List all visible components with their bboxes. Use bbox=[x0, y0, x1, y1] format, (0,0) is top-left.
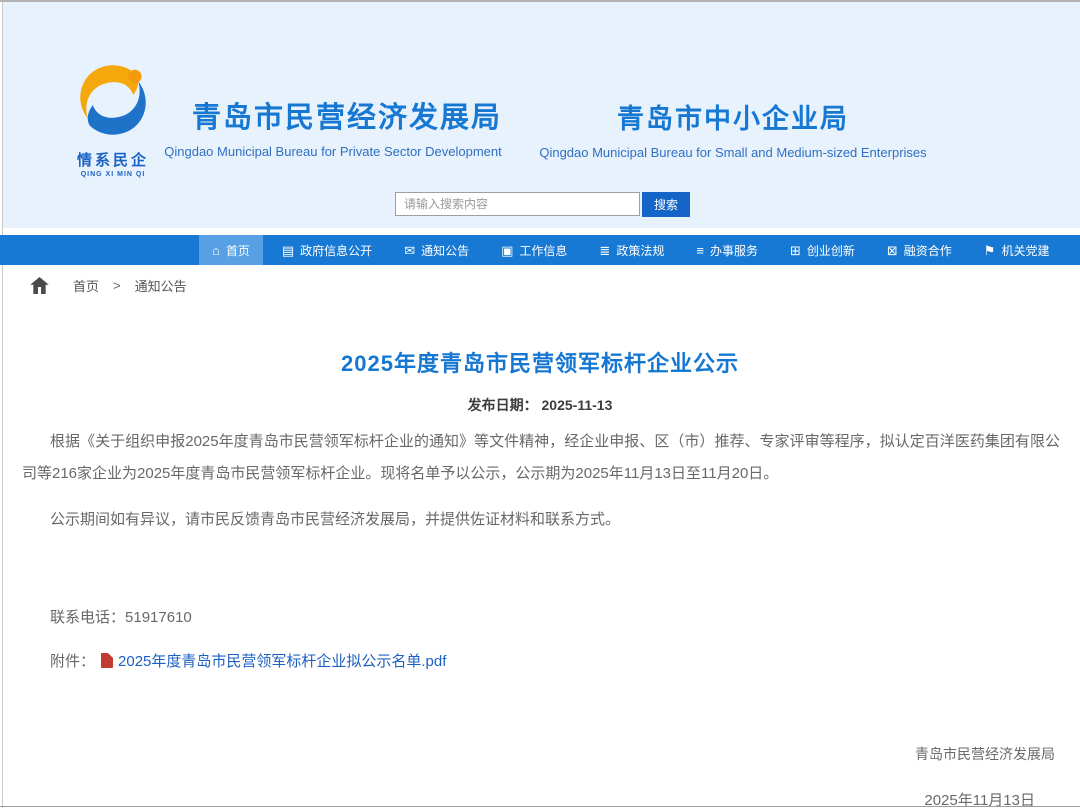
breadcrumb-home-link[interactable]: 首页 bbox=[73, 276, 99, 295]
page: 情系民企 QING XI MIN QI 青岛市民营经济发展局 Qingdao M… bbox=[0, 0, 1080, 811]
nav-item-party-building[interactable]: ⚑ 机关党建 bbox=[971, 235, 1063, 265]
nav-item-services[interactable]: ≡ 办事服务 bbox=[683, 235, 771, 265]
site-logo: 情系民企 QING XI MIN QI bbox=[53, 58, 173, 178]
nav-item-work-info[interactable]: ▣ 工作信息 bbox=[488, 235, 580, 265]
nav-item-innovation[interactable]: ⊞ 创业创新 bbox=[777, 235, 868, 265]
attachment-label: 附件： bbox=[50, 650, 95, 671]
monitor-icon: ▣ bbox=[501, 244, 513, 257]
contact-line: 联系电话：51917610 bbox=[50, 606, 192, 627]
frame-bottom-line bbox=[0, 806, 1080, 807]
nav-label: 创业创新 bbox=[807, 242, 855, 259]
publish-date-value: 2025-11-13 bbox=[542, 397, 613, 413]
attachment-line: 附件： 2025年度青岛市民营领军标杆企业拟公示名单.pdf bbox=[50, 650, 446, 671]
nav-item-notices[interactable]: ✉ 通知公告 bbox=[391, 235, 482, 265]
breadcrumb: 首页 > 通知公告 bbox=[30, 276, 187, 295]
site-header: 情系民企 QING XI MIN QI 青岛市民营经济发展局 Qingdao M… bbox=[3, 2, 1080, 228]
logo-text-en: QING XI MIN QI bbox=[53, 171, 173, 178]
notice-bubble-icon: ✉ bbox=[404, 244, 415, 257]
search-button[interactable]: 搜索 bbox=[642, 192, 690, 217]
nav-item-home[interactable]: ⌂ 首页 bbox=[199, 235, 263, 265]
breadcrumb-current: 通知公告 bbox=[135, 276, 187, 295]
breadcrumb-home-icon[interactable] bbox=[30, 277, 49, 294]
nav-label: 通知公告 bbox=[421, 242, 469, 259]
bureau1-title-en: Qingdao Municipal Bureau for Private Sec… bbox=[143, 144, 523, 159]
nav-label: 办事服务 bbox=[710, 242, 758, 259]
nav-label: 融资合作 bbox=[904, 242, 952, 259]
document-icon: ▤ bbox=[282, 244, 294, 257]
bureau1-title: 青岛市民营经济发展局 bbox=[171, 94, 523, 136]
article-paragraph-1: 根据《关于组织申报2025年度青岛市民营领军标杆企业的通知》等文件精神，经企业申… bbox=[22, 426, 1060, 490]
bureau2-title: 青岛市中小企业局 bbox=[523, 97, 943, 136]
breadcrumb-separator: > bbox=[113, 278, 121, 293]
logo-swirl-icon bbox=[71, 58, 155, 142]
nav-label: 机关党建 bbox=[1001, 242, 1049, 259]
bureau2-title-en: Qingdao Municipal Bureau for Small and M… bbox=[518, 145, 948, 160]
nav-label: 政府信息公开 bbox=[300, 242, 372, 259]
nav-label: 首页 bbox=[226, 242, 250, 259]
party-flag-icon: ⚑ bbox=[984, 244, 996, 257]
publish-date-label: 发布日期： bbox=[468, 397, 538, 413]
innovation-squares-icon: ⊞ bbox=[790, 244, 801, 257]
service-layers-icon: ≡ bbox=[696, 244, 704, 257]
main-nav: ⌂ 首页 ▤ 政府信息公开 ✉ 通知公告 ▣ 工作信息 ≣ 政策法规 ≡ 办事服… bbox=[0, 235, 1080, 265]
article-signature: 青岛市民营经济发展局 bbox=[915, 744, 1055, 764]
search-input[interactable] bbox=[395, 192, 640, 216]
article-title: 2025年度青岛市民营领军标杆企业公示 bbox=[0, 346, 1080, 378]
attachment-pdf-link[interactable]: 2025年度青岛市民营领军标杆企业拟公示名单.pdf bbox=[118, 650, 446, 671]
nav-item-policies[interactable]: ≣ 政策法规 bbox=[586, 235, 677, 265]
nav-item-gov-info[interactable]: ▤ 政府信息公开 bbox=[269, 235, 385, 265]
policy-document-icon: ≣ bbox=[599, 244, 610, 257]
nav-item-financing[interactable]: ⊠ 融资合作 bbox=[874, 235, 965, 265]
contact-phone: 51917610 bbox=[125, 609, 192, 626]
finance-briefcase-icon: ⊠ bbox=[887, 244, 898, 257]
nav-label: 工作信息 bbox=[519, 242, 567, 259]
article-publish-date: 发布日期： 2025-11-13 bbox=[0, 395, 1080, 415]
article-paragraph-2: 公示期间如有异议，请市民反馈青岛市民营经济发展局，并提供佐证材料和联系方式。 bbox=[22, 504, 1060, 536]
pdf-file-icon bbox=[101, 653, 113, 668]
contact-label: 联系电话： bbox=[50, 609, 125, 626]
home-icon: ⌂ bbox=[212, 244, 220, 257]
nav-label: 政策法规 bbox=[616, 242, 664, 259]
